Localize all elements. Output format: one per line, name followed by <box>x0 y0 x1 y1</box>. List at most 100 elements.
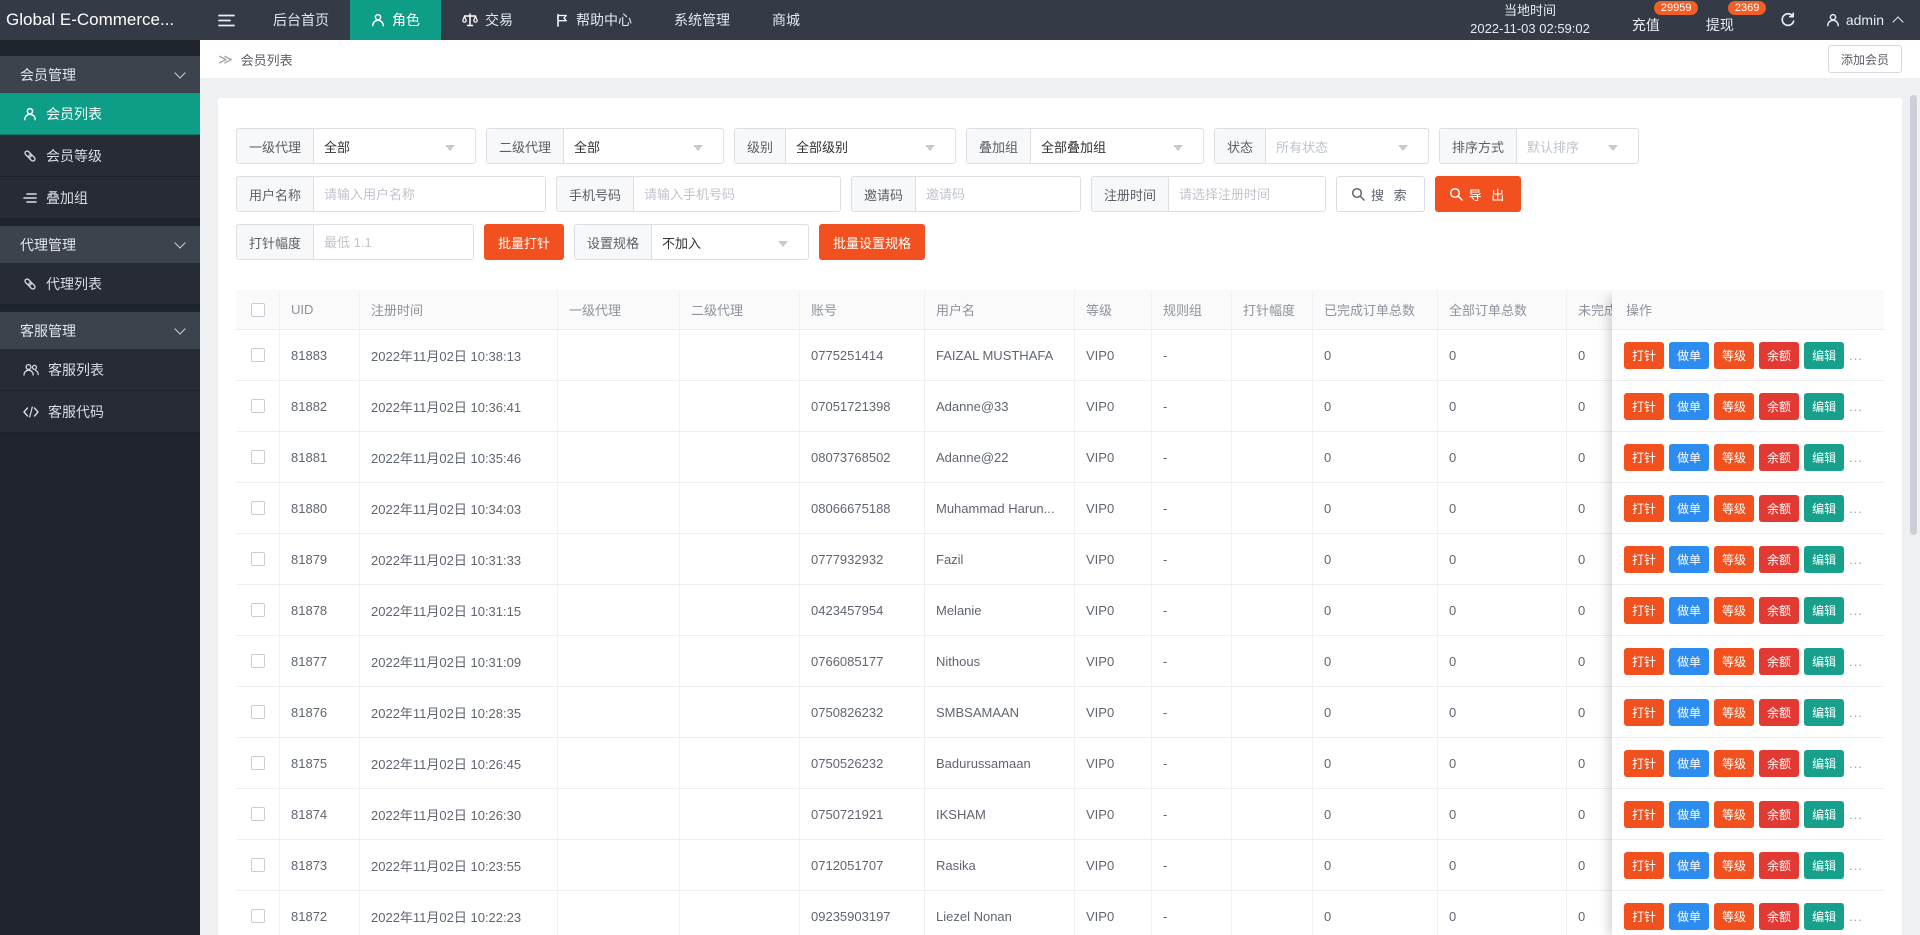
action-level-button[interactable]: 等级 <box>1714 699 1754 726</box>
action-make-order-button[interactable]: 做单 <box>1669 750 1709 777</box>
select-all-checkbox[interactable] <box>251 303 265 317</box>
action-inject-button[interactable]: 打针 <box>1624 546 1664 573</box>
row-checkbox[interactable] <box>251 807 265 821</box>
action-edit-button[interactable]: 编辑 <box>1804 444 1844 471</box>
page-scrollbar[interactable] <box>1910 95 1917 535</box>
action-balance-button[interactable]: 余额 <box>1759 597 1799 624</box>
action-balance-button[interactable]: 余额 <box>1759 801 1799 828</box>
action-balance-button[interactable]: 余额 <box>1759 342 1799 369</box>
action-more-button[interactable]: ... <box>1849 552 1863 567</box>
nav-item-dashboard[interactable]: 后台首页 <box>252 0 350 40</box>
action-edit-button[interactable]: 编辑 <box>1804 699 1844 726</box>
action-edit-button[interactable]: 编辑 <box>1804 597 1844 624</box>
action-make-order-button[interactable]: 做单 <box>1669 801 1709 828</box>
search-button[interactable]: 搜 索 <box>1336 176 1425 212</box>
nav-item-roles[interactable]: 角色 <box>350 0 441 40</box>
action-edit-button[interactable]: 编辑 <box>1804 852 1844 879</box>
action-inject-button[interactable]: 打针 <box>1624 495 1664 522</box>
filter-select-level-2-agent[interactable]: 二级代理全部 <box>486 128 724 164</box>
action-inject-button[interactable]: 打针 <box>1624 699 1664 726</box>
action-more-button[interactable]: ... <box>1849 603 1863 618</box>
filter-select-sort[interactable]: 排序方式默认排序 <box>1439 128 1639 164</box>
row-checkbox[interactable] <box>251 858 265 872</box>
nav-item-transactions[interactable]: 交易 <box>441 0 534 40</box>
action-edit-button[interactable]: 编辑 <box>1804 801 1844 828</box>
action-make-order-button[interactable]: 做单 <box>1669 495 1709 522</box>
sidebar-item-agent-list[interactable]: 代理列表 <box>0 263 200 305</box>
action-level-button[interactable]: 等级 <box>1714 801 1754 828</box>
action-more-button[interactable]: ... <box>1849 909 1863 924</box>
withdraw-link[interactable]: 2369 提现 <box>1706 0 1734 40</box>
action-more-button[interactable]: ... <box>1849 858 1863 873</box>
sidebar-toggle-button[interactable] <box>200 0 252 40</box>
action-balance-button[interactable]: 余额 <box>1759 495 1799 522</box>
refresh-button[interactable] <box>1780 12 1796 28</box>
row-checkbox[interactable] <box>251 909 265 923</box>
action-balance-button[interactable]: 余额 <box>1759 444 1799 471</box>
action-make-order-button[interactable]: 做单 <box>1669 903 1709 930</box>
batch-inject-button[interactable]: 批量打针 <box>484 224 564 260</box>
action-more-button[interactable]: ... <box>1849 807 1863 822</box>
filter-select-level-1-agent[interactable]: 一级代理全部 <box>236 128 476 164</box>
action-more-button[interactable]: ... <box>1849 756 1863 771</box>
export-button[interactable]: 导 出 <box>1435 176 1522 212</box>
action-more-button[interactable]: ... <box>1849 705 1863 720</box>
action-balance-button[interactable]: 余额 <box>1759 546 1799 573</box>
action-make-order-button[interactable]: 做单 <box>1669 342 1709 369</box>
action-level-button[interactable]: 等级 <box>1714 597 1754 624</box>
action-more-button[interactable]: ... <box>1849 450 1863 465</box>
row-checkbox[interactable] <box>251 552 265 566</box>
action-make-order-button[interactable]: 做单 <box>1669 393 1709 420</box>
add-member-button[interactable]: 添加会员 <box>1828 45 1902 73</box>
action-inject-button[interactable]: 打针 <box>1624 750 1664 777</box>
action-make-order-button[interactable]: 做单 <box>1669 597 1709 624</box>
action-level-button[interactable]: 等级 <box>1714 750 1754 777</box>
sidebar-item-service-list[interactable]: 客服列表 <box>0 349 200 391</box>
username-input[interactable] <box>314 177 545 211</box>
action-level-button[interactable]: 等级 <box>1714 393 1754 420</box>
action-balance-button[interactable]: 余额 <box>1759 393 1799 420</box>
action-balance-button[interactable]: 余额 <box>1759 903 1799 930</box>
filter-select-overlay-group[interactable]: 叠加组全部叠加组 <box>966 128 1204 164</box>
action-make-order-button[interactable]: 做单 <box>1669 444 1709 471</box>
nav-item-mall[interactable]: 商城 <box>751 0 821 40</box>
action-make-order-button[interactable]: 做单 <box>1669 648 1709 675</box>
sidebar-section-header-service[interactable]: 客服管理 <box>0 312 200 349</box>
sidebar-item-member-level[interactable]: 会员等级 <box>0 135 200 177</box>
action-edit-button[interactable]: 编辑 <box>1804 342 1844 369</box>
action-more-button[interactable]: ... <box>1849 348 1863 363</box>
nav-item-system[interactable]: 系统管理 <box>653 0 751 40</box>
action-edit-button[interactable]: 编辑 <box>1804 393 1844 420</box>
action-inject-button[interactable]: 打针 <box>1624 801 1664 828</box>
register-time-input[interactable] <box>1169 177 1325 211</box>
sidebar-item-overlay-group[interactable]: 叠加组 <box>0 177 200 219</box>
row-checkbox[interactable] <box>251 450 265 464</box>
action-edit-button[interactable]: 编辑 <box>1804 546 1844 573</box>
action-edit-button[interactable]: 编辑 <box>1804 648 1844 675</box>
row-checkbox[interactable] <box>251 654 265 668</box>
user-menu[interactable]: admin <box>1826 12 1902 28</box>
filter-select-spec[interactable]: 设置规格不加入 <box>574 224 809 260</box>
action-level-button[interactable]: 等级 <box>1714 903 1754 930</box>
action-more-button[interactable]: ... <box>1849 399 1863 414</box>
action-edit-button[interactable]: 编辑 <box>1804 750 1844 777</box>
action-inject-button[interactable]: 打针 <box>1624 342 1664 369</box>
action-level-button[interactable]: 等级 <box>1714 648 1754 675</box>
sidebar-section-header-agent[interactable]: 代理管理 <box>0 226 200 263</box>
batch-spec-button[interactable]: 批量设置规格 <box>819 224 925 260</box>
sidebar-item-member-list[interactable]: 会员列表 <box>0 93 200 135</box>
phone-input[interactable] <box>634 177 840 211</box>
action-level-button[interactable]: 等级 <box>1714 852 1754 879</box>
action-inject-button[interactable]: 打针 <box>1624 393 1664 420</box>
action-balance-button[interactable]: 余额 <box>1759 750 1799 777</box>
row-checkbox[interactable] <box>251 705 265 719</box>
action-level-button[interactable]: 等级 <box>1714 444 1754 471</box>
action-more-button[interactable]: ... <box>1849 654 1863 669</box>
action-make-order-button[interactable]: 做单 <box>1669 546 1709 573</box>
row-checkbox[interactable] <box>251 501 265 515</box>
action-inject-button[interactable]: 打针 <box>1624 648 1664 675</box>
action-balance-button[interactable]: 余额 <box>1759 648 1799 675</box>
action-balance-button[interactable]: 余额 <box>1759 699 1799 726</box>
filter-select-level[interactable]: 级别全部级别 <box>734 128 956 164</box>
sidebar-item-service-code[interactable]: 客服代码 <box>0 391 200 433</box>
